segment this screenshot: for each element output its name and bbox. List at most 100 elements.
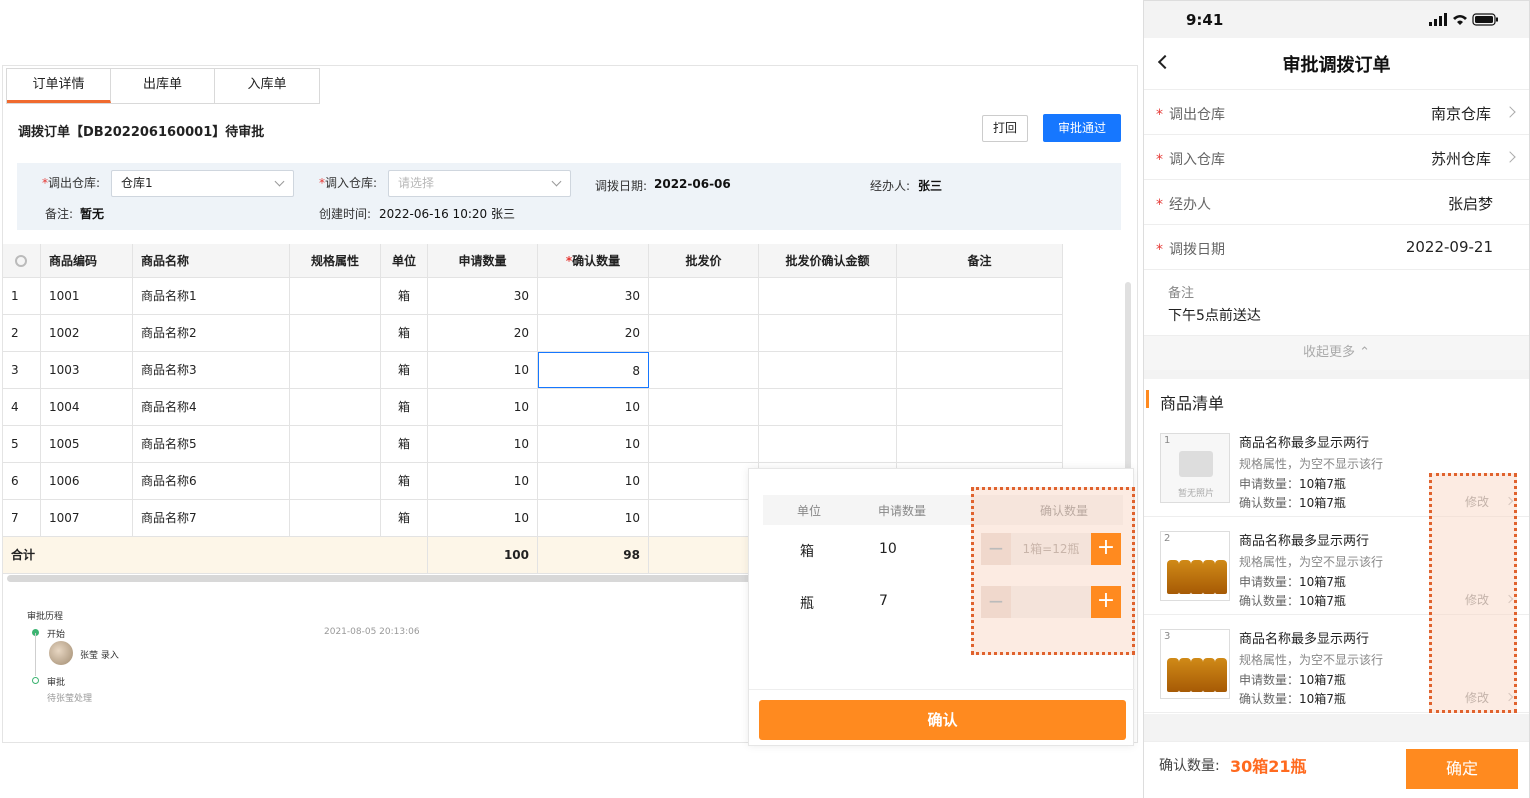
confirmed-qty-cell[interactable]: 8 xyxy=(538,352,649,388)
product-name-cell: 商品名称3 xyxy=(133,352,290,388)
tab-order-detail[interactable]: 订单详情 xyxy=(7,69,111,103)
form-row-value: 2022-09-21 xyxy=(1405,238,1493,256)
section-accent xyxy=(1146,390,1149,408)
wholesale-price-cell xyxy=(649,315,759,351)
out-warehouse-label: *调出仓库: xyxy=(42,176,101,190)
in-warehouse-placeholder: 请选择 xyxy=(398,176,435,190)
gear-icon xyxy=(15,255,27,267)
requested-qty-cell: 20 xyxy=(428,315,538,351)
product-name-cell: 商品名称6 xyxy=(133,463,290,499)
chevron-down-icon xyxy=(551,176,562,187)
status-icons xyxy=(1429,13,1498,26)
unit-cell: 箱 xyxy=(381,352,428,388)
goods-title: 商品清单 xyxy=(1160,394,1225,413)
handler-label: 经办人: xyxy=(870,179,911,193)
header-price: 批发价 xyxy=(649,244,759,277)
confirmed-qty-cell[interactable]: 10 xyxy=(538,389,649,425)
remark-cell xyxy=(897,278,1063,314)
popup-qty-box: 10 xyxy=(879,541,897,557)
confirmed-qty-cell[interactable]: 10 xyxy=(538,426,649,462)
confirm-button[interactable]: 确定 xyxy=(1406,749,1518,789)
chevron-right-icon xyxy=(1504,106,1516,118)
vertical-scrollbar[interactable] xyxy=(1125,282,1131,482)
step-approve-pending: 待张莹处理 xyxy=(47,694,93,704)
column-settings[interactable] xyxy=(3,244,41,277)
table-row: 5 1005 商品名称5 箱 10 10 xyxy=(3,426,1063,463)
wholesale-price-cell xyxy=(649,352,759,388)
header-name: 商品名称 xyxy=(133,244,290,277)
confirmed-qty-cell[interactable]: 30 xyxy=(538,278,649,314)
chevron-down-icon xyxy=(274,176,285,187)
product-code-cell: 1001 xyxy=(41,278,133,314)
row-index-cell: 3 xyxy=(3,352,41,388)
confirmed-qty-cell[interactable]: 10 xyxy=(538,500,649,536)
header-amount: 批发价确认金额 xyxy=(759,244,897,277)
row-index-cell: 6 xyxy=(3,463,41,499)
item-name: 商品名称最多显示两行 xyxy=(1239,534,1370,549)
in-warehouse-select[interactable]: 请选择 xyxy=(388,170,571,197)
item-name: 商品名称最多显示两行 xyxy=(1239,436,1370,451)
entry-user: 张莹 录入 xyxy=(80,651,119,661)
table-row: 1 1001 商品名称1 箱 30 30 xyxy=(3,278,1063,315)
step-start-label: 开始 xyxy=(47,630,66,640)
footer-bar: 确认数量: 30箱21瓶 确定 xyxy=(1144,741,1529,798)
product-name-cell: 商品名称5 xyxy=(133,426,290,462)
remark-value: 下午5点前送达 xyxy=(1168,308,1261,324)
footer-value: 30箱21瓶 xyxy=(1230,757,1307,776)
popup-qty-bottle: 7 xyxy=(879,593,888,609)
history-title: 审批历程 xyxy=(27,612,64,622)
confirmed-qty-cell[interactable]: 10 xyxy=(538,463,649,499)
step-start-time: 2021-08-05 20:13:06 xyxy=(324,627,420,637)
form-row-value: 南京仓库 xyxy=(1430,105,1491,123)
product-name-cell: 商品名称2 xyxy=(133,315,290,351)
quantity-input-box[interactable]: 1箱=12瓶 xyxy=(1011,533,1091,565)
requested-qty-cell: 10 xyxy=(428,352,538,388)
step-approve-label: 审批 xyxy=(47,678,66,688)
tab-outbound[interactable]: 出库单 xyxy=(111,69,215,103)
form-row[interactable]: * 调出仓库 南京仓库 xyxy=(1144,90,1529,135)
date-label: 调拨日期: xyxy=(595,179,648,193)
minus-button[interactable]: − xyxy=(981,586,1011,618)
confirmed-qty-cell[interactable]: 20 xyxy=(538,315,649,351)
quantity-input-bottle[interactable] xyxy=(1011,586,1091,618)
total-requested: 100 xyxy=(428,537,538,573)
page-title: 调拨订单【DB202206160001】待审批 xyxy=(18,125,265,140)
spec-cell xyxy=(290,278,381,314)
item-spec: 规格属性，为空不显示该行 xyxy=(1239,653,1384,667)
handler-value: 张三 xyxy=(918,179,943,193)
requested-qty-cell: 10 xyxy=(428,389,538,425)
row-index-cell: 7 xyxy=(3,500,41,536)
out-warehouse-select[interactable]: 仓库1 xyxy=(111,170,294,197)
reject-button[interactable]: 打回 xyxy=(982,115,1028,142)
plus-button[interactable]: + xyxy=(1091,586,1121,618)
product-code-cell: 1007 xyxy=(41,500,133,536)
step-pending-dot xyxy=(32,677,39,684)
item-requested: 申请数量：10箱7瓶 xyxy=(1239,575,1346,589)
wifi-icon xyxy=(1453,15,1467,25)
header-code: 商品编码 xyxy=(41,244,133,277)
table-row: 2 1002 商品名称2 箱 20 20 xyxy=(3,315,1063,352)
tab-inbound[interactable]: 入库单 xyxy=(215,69,319,103)
mobile-screen: 9:41 审批调拨订单 * 调出仓库 南京仓库 * 调入仓库 苏州仓库 * 经办人 张启梦 * 调拨… xyxy=(1143,0,1530,798)
popup-header-req: 申请数量 xyxy=(878,504,927,518)
product-code-cell: 1002 xyxy=(41,315,133,351)
tab-bar: 订单详情 出库单 入库单 xyxy=(6,68,320,104)
product-thumbnail: 1 暂无照片 xyxy=(1160,433,1230,503)
approve-button[interactable]: 审批通过 xyxy=(1043,114,1121,142)
product-code-cell: 1003 xyxy=(41,352,133,388)
unit-cell: 箱 xyxy=(381,463,428,499)
collapse-toggle[interactable]: 收起更多 ⌃ xyxy=(1144,336,1529,370)
plus-button[interactable]: + xyxy=(1091,533,1121,565)
minus-button[interactable]: − xyxy=(981,533,1011,565)
horizontal-scrollbar[interactable] xyxy=(7,575,753,582)
popup-unit-box: 箱 xyxy=(800,544,814,560)
form-row[interactable]: * 调入仓库 苏州仓库 xyxy=(1144,135,1529,180)
out-warehouse-value: 仓库1 xyxy=(121,176,153,190)
remark-label: 备注 xyxy=(1168,286,1195,301)
remark-cell xyxy=(897,352,1063,388)
amount-cell xyxy=(759,315,897,351)
product-name-cell: 商品名称1 xyxy=(133,278,290,314)
product-thumbnail: 2 xyxy=(1160,531,1230,601)
spec-cell xyxy=(290,315,381,351)
popup-confirm-button[interactable]: 确认 xyxy=(759,700,1126,740)
